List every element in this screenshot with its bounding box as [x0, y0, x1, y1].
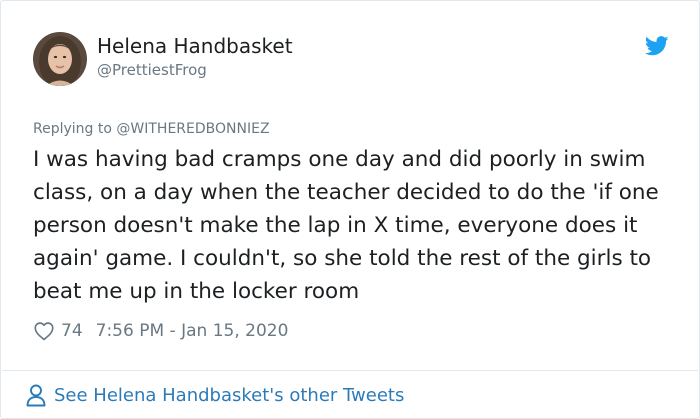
avatar[interactable] [33, 32, 87, 86]
person-icon [26, 384, 46, 407]
replying-prefix: Replying to [33, 121, 112, 137]
heart-icon[interactable] [33, 320, 55, 342]
like-count: 74 [61, 321, 83, 341]
twitter-bird-icon[interactable] [645, 36, 669, 56]
see-other-tweets-label[interactable]: See Helena Handbasket's other Tweets [54, 385, 404, 406]
tweet-card: Helena Handbasket @PrettiestFrog Replyin… [0, 0, 700, 419]
replying-handle-link[interactable]: @WITHEREDBONNIEZ [116, 121, 269, 137]
replying-to: Replying to @WITHEREDBONNIEZ [33, 121, 270, 137]
tweet-timestamp[interactable]: 7:56 PM - Jan 15, 2020 [96, 321, 289, 341]
author-name[interactable]: Helena Handbasket [97, 34, 293, 58]
tweet-text: I was having bad cramps one day and did … [33, 147, 659, 304]
footer-divider [2, 370, 698, 371]
tweet-header: Helena Handbasket @PrettiestFrog [33, 32, 669, 88]
tweet-meta: 74 7:56 PM - Jan 15, 2020 [33, 319, 288, 343]
author-handle[interactable]: @PrettiestFrog [97, 61, 207, 79]
see-other-tweets-link[interactable]: See Helena Handbasket's other Tweets [25, 381, 404, 409]
